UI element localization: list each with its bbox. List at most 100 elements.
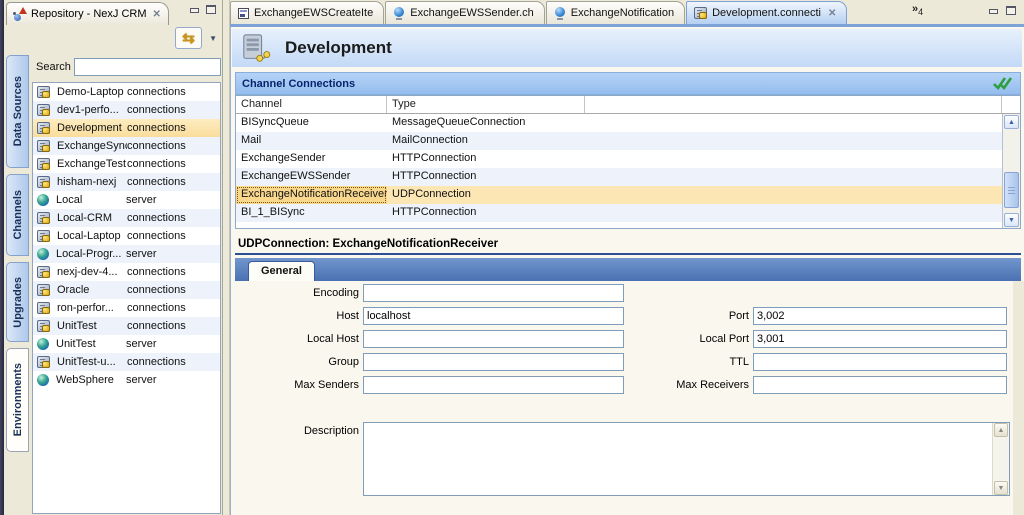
list-item[interactable]: Oracle connections	[33, 281, 220, 299]
search-label: Search	[36, 61, 71, 73]
column-header-scroll-gap	[1002, 96, 1020, 113]
search-input[interactable]	[74, 58, 221, 76]
form-input[interactable]	[363, 284, 624, 302]
link-with-editor-button[interactable]: ⇆	[175, 27, 202, 49]
side-tab[interactable]: Upgrades	[6, 262, 29, 342]
form-input[interactable]	[753, 330, 1007, 348]
side-tab[interactable]: Data Sources	[6, 55, 29, 168]
list-item[interactable]: Local-Laptop connections	[33, 227, 220, 245]
swap-arrows-icon: ⇆	[182, 31, 195, 46]
form-input[interactable]	[753, 353, 1007, 371]
list-item[interactable]: Local server	[33, 191, 220, 209]
repository-view-title: Repository - NexJ CRM	[31, 8, 147, 20]
form-field: Max Senders	[235, 376, 624, 394]
column-header-channel[interactable]: Channel	[236, 96, 387, 113]
editor-tab[interactable]: ExchangeEWSCreateIte ✕	[230, 1, 384, 24]
list-item[interactable]: Local-CRM connections	[33, 209, 220, 227]
list-item[interactable]: WebSphere server	[33, 371, 220, 389]
repository-view-tab[interactable]: Repository - NexJ CRM ✕	[6, 2, 169, 25]
table-row[interactable]: BISyncQueue MessageQueueConnection	[236, 114, 1002, 132]
minimize-icon[interactable]	[988, 6, 998, 15]
globe-icon	[37, 194, 49, 206]
editor-tab[interactable]: ExchangeEWSSender.ch ✕	[385, 1, 545, 24]
minimize-icon[interactable]	[189, 5, 199, 14]
table-row[interactable]: ExchangeSender HTTPConnection	[236, 150, 1002, 168]
environment-list: Demo-Laptop connections dev1-perfo... co…	[32, 82, 221, 514]
list-item[interactable]: ExchangeSync connections	[33, 137, 220, 155]
table-row[interactable]: ExchangeEWSSender HTTPConnection	[236, 168, 1002, 186]
editor-tab[interactable]: Development.connecti ✕	[686, 1, 847, 24]
form-input[interactable]	[363, 330, 624, 348]
section-title: Channel Connections	[242, 78, 355, 90]
side-tab[interactable]: Environments	[6, 348, 29, 452]
globe-icon	[37, 374, 49, 386]
scroll-down-icon[interactable]: ▼	[994, 481, 1008, 495]
column-header-type[interactable]: Type	[387, 96, 585, 113]
channel-connections-bar: Channel Connections	[235, 72, 1021, 95]
list-item[interactable]: Demo-Laptop connections	[33, 83, 220, 101]
table-body: BISyncQueue MessageQueueConnection Mail …	[236, 114, 1002, 228]
channel-connections-table: Channel Type BISyncQueue MessageQueueCon…	[235, 95, 1021, 229]
maximize-icon[interactable]	[1006, 6, 1016, 15]
more-tabs-chevron[interactable]: »4	[912, 3, 923, 17]
valid-check-icon	[992, 76, 1012, 91]
side-tab[interactable]: Channels	[6, 174, 29, 256]
form-field-description: Description ▲ ▼	[235, 422, 1010, 496]
list-item[interactable]: Local-Progr... server	[33, 245, 220, 263]
form-left-column: Encoding Host Local Host Group M	[235, 284, 624, 394]
column-header-empty	[585, 96, 1002, 113]
form-input[interactable]	[363, 353, 624, 371]
list-item[interactable]: UnitTest server	[33, 335, 220, 353]
list-item[interactable]: nexj-dev-4... connections	[33, 263, 220, 281]
list-item[interactable]: ron-perfor... connections	[33, 299, 220, 317]
scroll-up-icon[interactable]: ▲	[1004, 115, 1019, 129]
list-item[interactable]: UnitTest connections	[33, 317, 220, 335]
repository-side-tabs: Data Sources Channels Upgrades Environme…	[6, 55, 29, 515]
class-icon	[238, 8, 249, 19]
server-db-icon	[37, 86, 50, 98]
server-db-icon	[37, 158, 50, 170]
close-icon[interactable]: ✕	[153, 9, 161, 20]
scrollbar-thumb[interactable]	[1004, 172, 1019, 208]
description-scrollbar[interactable]: ▲ ▼	[992, 423, 1009, 495]
form-field: Local Port	[625, 330, 1007, 348]
list-item[interactable]: hisham-nexj connections	[33, 173, 220, 191]
view-menu-icon[interactable]: ▼	[209, 34, 217, 43]
table-scrollbar[interactable]: ▲ ▼	[1002, 114, 1020, 228]
channel-globe-icon	[554, 7, 566, 20]
server-db-icon	[37, 122, 50, 134]
server-db-icon	[37, 104, 50, 116]
editor-tab[interactable]: ExchangeNotification ✕	[546, 1, 685, 24]
form-input[interactable]	[363, 307, 624, 325]
description-input[interactable]	[363, 422, 1010, 496]
close-icon[interactable]: ✕	[828, 8, 836, 19]
form-input[interactable]	[753, 376, 1007, 394]
page-header: Development	[232, 29, 1022, 67]
form-input[interactable]	[753, 307, 1007, 325]
form-input[interactable]	[363, 376, 624, 394]
panel-resize-handle[interactable]	[222, 0, 230, 515]
form-field: TTL	[625, 353, 1007, 371]
globe-icon	[37, 338, 49, 350]
table-row[interactable]: ExchangeNotificationReceiver UDPConnecti…	[236, 186, 1002, 204]
form-right-column: Port Local Port TTL Max Receivers	[625, 307, 1007, 394]
tab-general[interactable]: General	[248, 261, 315, 281]
list-item[interactable]: ExchangeTest connections	[33, 155, 220, 173]
list-item[interactable]: UnitTest-u... connections	[33, 353, 220, 371]
server-db-icon	[37, 140, 50, 152]
scroll-down-icon[interactable]: ▼	[1004, 213, 1019, 227]
form-field: Group	[235, 353, 624, 371]
repository-titlebar: Repository - NexJ CRM ✕	[4, 0, 222, 25]
maximize-icon[interactable]	[206, 5, 216, 14]
globe-icon	[37, 248, 49, 260]
server-db-icon	[37, 320, 50, 332]
scroll-up-icon[interactable]: ▲	[994, 423, 1008, 437]
list-item[interactable]: dev1-perfo... connections	[33, 101, 220, 119]
repository-content: Search Demo-Laptop connections dev1-perf…	[30, 55, 222, 515]
form-field: Local Host	[235, 330, 624, 348]
description-label: Description	[235, 422, 359, 437]
table-row[interactable]: BI_1_BISync HTTPConnection	[236, 204, 1002, 222]
table-row[interactable]: Mail MailConnection	[236, 132, 1002, 150]
editor-tabbar: ExchangeEWSCreateIte ✕ ExchangeEWSSender…	[230, 0, 1024, 24]
list-item[interactable]: Development connections	[33, 119, 220, 137]
